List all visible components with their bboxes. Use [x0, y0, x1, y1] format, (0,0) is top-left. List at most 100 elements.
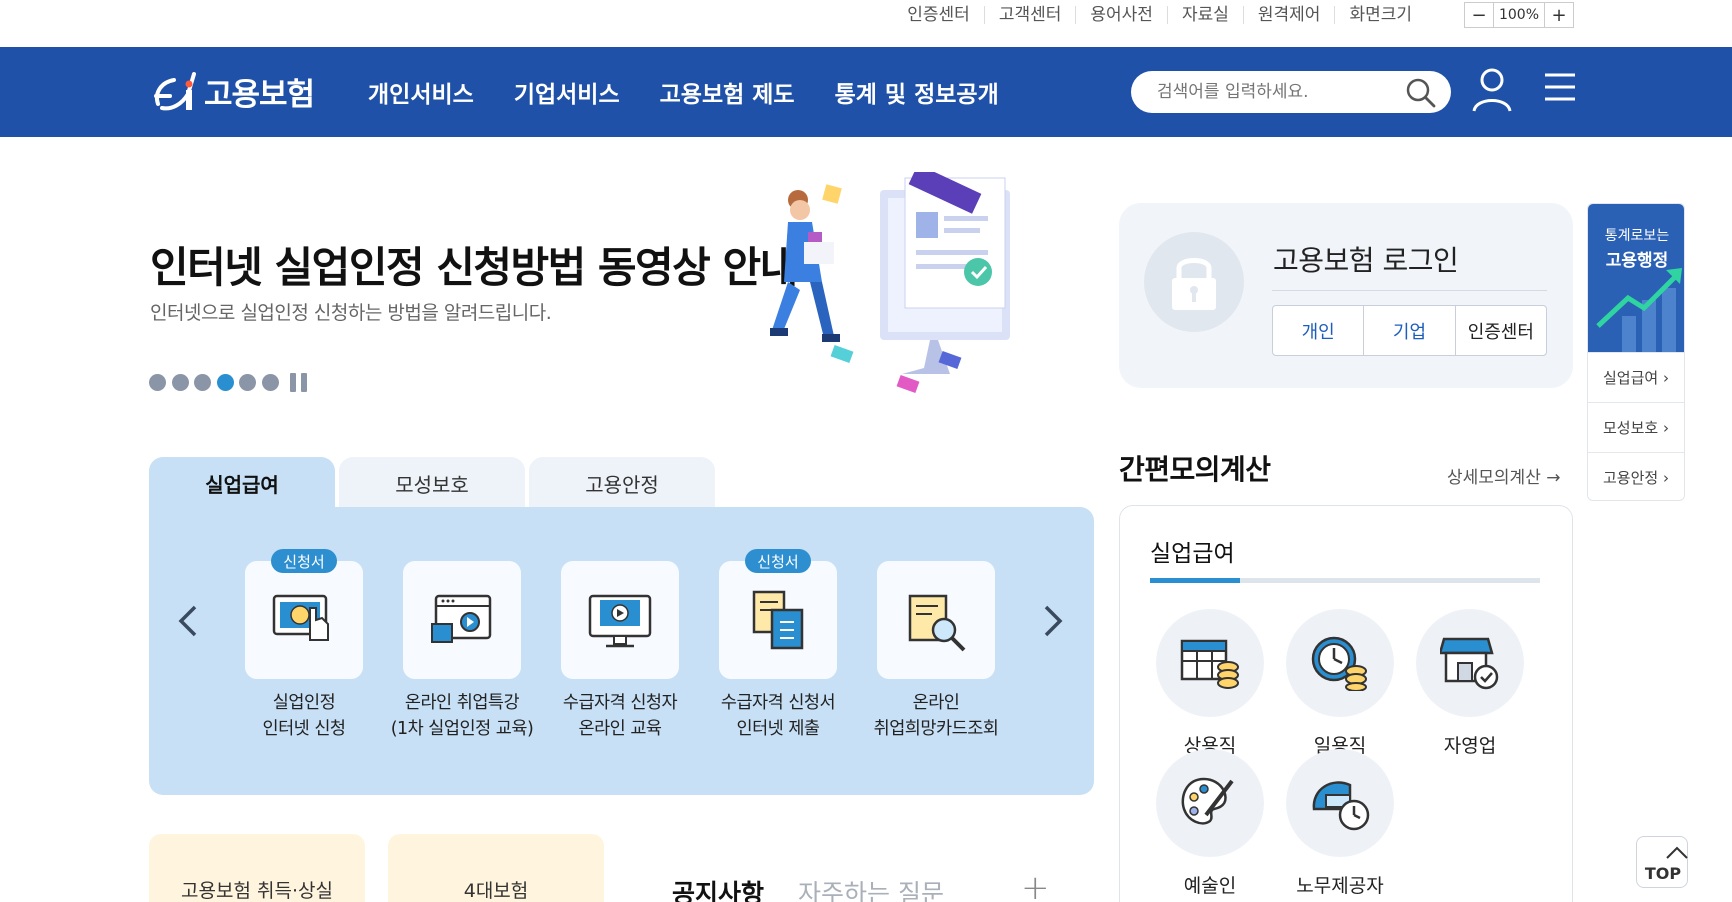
search-input[interactable] [1157, 71, 1397, 113]
calc-item-label: 노무제공자 [1296, 875, 1384, 897]
service-card[interactable] [403, 561, 521, 679]
online-education-icon [586, 586, 656, 660]
side-item-maternity[interactable]: 모성보호 › [1588, 402, 1684, 452]
online-payment-icon [270, 586, 340, 660]
insurance-acquisition-card[interactable]: 고용보험 취득·상실 [149, 834, 365, 902]
service-item[interactable]: 온라인 취업특강 (1차 실업인정 교육) [391, 561, 561, 739]
notice-board: 공지사항 자주하는 질문 + [628, 834, 1094, 902]
side-item-label: 실업급여 [1603, 369, 1659, 387]
banner-pagination [149, 373, 312, 392]
side-item-label: 모성보호 [1603, 419, 1659, 437]
calc-item-regular[interactable]: 상용직 [1156, 609, 1264, 758]
utility-link-customer[interactable]: 고객센터 [983, 6, 1076, 24]
zoom-out-button[interactable]: − [1465, 3, 1493, 27]
login-personal-button[interactable]: 개인 [1273, 306, 1363, 355]
service-item[interactable]: 신청서 수급자격 신청서 인터넷 제출 [719, 549, 877, 739]
service-card[interactable] [245, 561, 363, 679]
slide-dot[interactable] [171, 374, 189, 391]
application-badge: 신청서 [745, 549, 811, 573]
utility-link-screen-size: 화면크기 [1334, 6, 1426, 24]
zoom-in-button[interactable]: + [1545, 3, 1573, 27]
service-label-line: 온라인 [912, 693, 960, 713]
login-business-button[interactable]: 기업 [1363, 306, 1454, 355]
user-icon[interactable] [1470, 67, 1514, 117]
clock-coin-icon [1286, 609, 1394, 717]
service-tabs: 실업급여 모성보호 고용안정 [149, 457, 719, 509]
utility-link-remote[interactable]: 원격제어 [1242, 6, 1335, 24]
four-insurance-card[interactable]: 4대보험 [388, 834, 604, 902]
banner-title[interactable]: 인터넷 실업인정 신청방법 동영상 안내 [150, 234, 798, 295]
nav-business[interactable]: 기업서비스 [514, 75, 620, 109]
nav-statistics[interactable]: 통계 및 정보공개 [835, 75, 999, 109]
chevron-right-icon: › [1658, 468, 1669, 487]
palette-icon [1156, 749, 1264, 857]
service-card[interactable] [719, 561, 837, 679]
document-submit-icon [744, 586, 814, 660]
calc-subtitle: 실업급여 [1150, 541, 1235, 567]
service-label: 온라인 취업특강 (1차 실업인정 교육) [383, 690, 541, 742]
calc-item-daily[interactable]: 일용직 [1286, 609, 1394, 758]
service-card[interactable] [877, 561, 995, 679]
site-logo[interactable]: 고용보험 [148, 61, 315, 121]
slide-dot[interactable] [261, 374, 279, 391]
calc-item-label: 예술인 [1183, 875, 1237, 897]
side-item-label: 고용안정 [1603, 469, 1659, 487]
logo-text: 고용보험 [204, 76, 315, 113]
service-label-line: 온라인 교육 [578, 719, 662, 739]
logo-mark-icon [148, 64, 202, 118]
service-label: 수급자격 신청자 온라인 교육 [541, 690, 699, 742]
slide-dot[interactable] [239, 374, 256, 391]
service-item[interactable]: 신청서 실업인정 인터넷 신청 [245, 549, 403, 739]
calc-item-self-employed[interactable]: 자영업 [1416, 609, 1524, 758]
utility-link-cert[interactable]: 인증센터 [893, 6, 984, 24]
side-item-stability[interactable]: 고용안정 › [1588, 452, 1684, 500]
calc-item-artist[interactable]: 예술인 [1156, 749, 1264, 898]
chevron-right-icon[interactable] [1042, 603, 1064, 643]
calendar-coin-icon [1156, 609, 1264, 717]
tab-faq[interactable]: 자주하는 질문 [798, 874, 944, 902]
tab-notice[interactable]: 공지사항 [672, 874, 764, 902]
hamburger-menu-icon[interactable] [1543, 71, 1577, 107]
scroll-top-button[interactable]: TOP [1636, 836, 1688, 888]
pause-icon[interactable] [290, 373, 312, 392]
nav-system[interactable]: 고용보험 제도 [660, 75, 795, 109]
calc-item-label: 자영업 [1443, 735, 1497, 757]
banner-subtitle: 인터넷으로 실업인정 신청하는 방법을 알려드립니다. [150, 302, 552, 324]
utility-link-archive[interactable]: 자료실 [1166, 6, 1243, 24]
service-label: 실업인정인터넷 신청 [225, 690, 383, 742]
calc-item-labor-provider[interactable]: 노무제공자 [1286, 749, 1394, 898]
service-label-line: 온라인 취업특강 [404, 693, 520, 713]
card-search-icon [902, 586, 972, 660]
utility-link-glossary[interactable]: 용어사전 [1075, 6, 1167, 24]
tab-stability[interactable]: 고용안정 [529, 457, 715, 509]
search-icon[interactable] [1405, 77, 1437, 113]
search-box [1131, 71, 1451, 113]
service-label-line: 수급자격 신청서 [720, 693, 836, 713]
side-item-unemployment[interactable]: 실업급여 › [1588, 352, 1684, 402]
service-label-line: 실업인정 [272, 693, 336, 713]
service-label-line: (1차 실업인정 교육) [390, 719, 534, 739]
store-icon [1416, 609, 1524, 717]
stats-banner[interactable]: 통계로보는 고용행정 [1588, 204, 1684, 352]
detail-calc-label: 상세모의계산 [1447, 468, 1541, 488]
lock-icon [1144, 232, 1244, 332]
detail-calc-link[interactable]: 상세모의계산 → [1447, 463, 1561, 488]
service-item[interactable]: 수급자격 신청자 온라인 교육 [561, 561, 719, 739]
nav-personal[interactable]: 개인서비스 [368, 75, 474, 109]
video-lecture-icon [428, 586, 498, 660]
service-label-line: 인터넷 신청 [262, 719, 346, 739]
service-card[interactable] [561, 561, 679, 679]
slide-dot[interactable] [194, 374, 211, 391]
more-plus-icon[interactable]: + [1021, 868, 1050, 902]
login-cert-button[interactable]: 인증센터 [1454, 306, 1546, 355]
slide-dot[interactable] [149, 374, 166, 391]
tab-unemployment[interactable]: 실업급여 [149, 457, 335, 509]
slide-dot-active[interactable] [216, 374, 234, 391]
banner-illustration [770, 164, 1020, 401]
arrow-right-icon: → [1546, 468, 1561, 488]
zoom-value: 100% [1493, 3, 1545, 27]
service-item[interactable]: 온라인 취업희망카드조회 [874, 561, 1035, 739]
chevron-left-icon[interactable] [177, 603, 199, 643]
tab-maternity[interactable]: 모성보호 [339, 457, 525, 509]
chevron-up-icon [1651, 845, 1703, 864]
